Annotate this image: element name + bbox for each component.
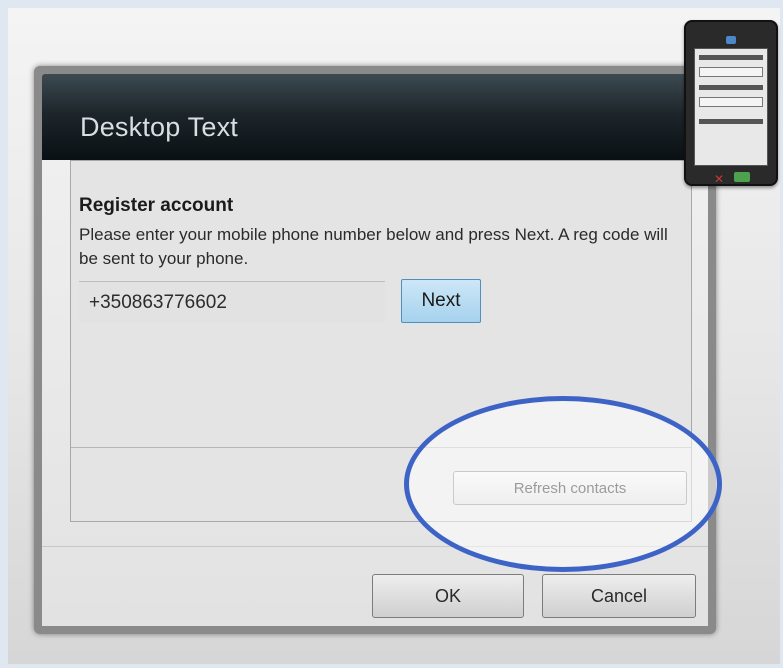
desktop-text-dialog: Desktop Text Register account Please ent… (34, 66, 716, 634)
cancel-button[interactable]: Cancel (542, 574, 696, 618)
thumbnail-close-icon: ✕ (714, 172, 725, 186)
register-heading: Register account (79, 195, 234, 216)
panel-divider (71, 447, 691, 448)
phone-thumbnail-icon: ✕ (684, 20, 778, 186)
thumbnail-bar (699, 55, 763, 60)
thumbnail-screen (694, 48, 768, 166)
thumbnail-check-icon (734, 172, 750, 182)
thumbnail-app-icon (726, 36, 736, 44)
thumbnail-bar (699, 119, 763, 124)
refresh-contacts-button[interactable]: Refresh contacts (453, 471, 687, 505)
register-panel: Register account Please enter your mobil… (70, 160, 692, 522)
thumbnail-field (699, 67, 763, 77)
next-button[interactable]: Next (401, 279, 481, 323)
ok-button[interactable]: OK (372, 574, 524, 618)
dialog-titlebar: Desktop Text (42, 74, 708, 160)
footer-separator (42, 546, 708, 547)
register-description: Please enter your mobile phone number be… (79, 225, 668, 268)
thumbnail-bar (699, 85, 763, 90)
thumbnail-field (699, 97, 763, 107)
dialog-body: Register account Please enter your mobil… (42, 160, 708, 626)
phone-number-input[interactable] (79, 281, 385, 323)
dialog-title: Desktop Text (80, 112, 238, 142)
